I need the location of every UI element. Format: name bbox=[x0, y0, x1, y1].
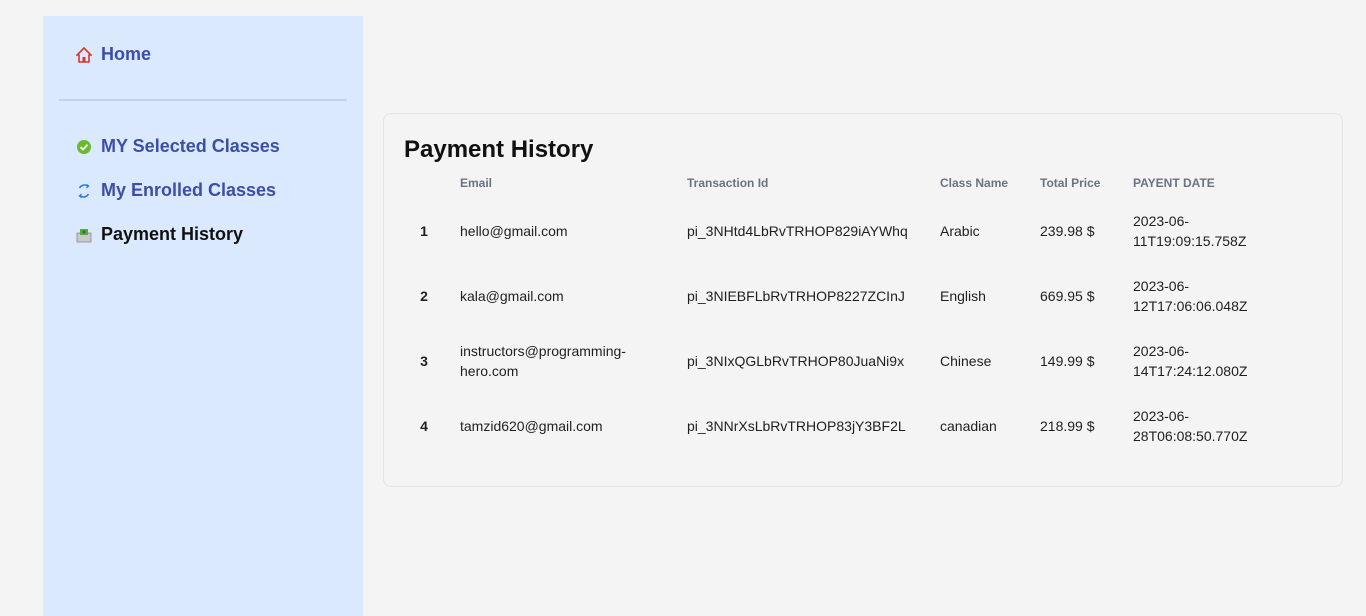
date-line-1: 2023-06- bbox=[1133, 342, 1190, 359]
row-transaction-id: pi_3NHtd4LbRvTRHOP829iAYWhq bbox=[687, 222, 908, 239]
column-header-total-price: Total Price bbox=[1040, 176, 1101, 190]
row-class-name: canadian bbox=[940, 417, 997, 434]
home-icon bbox=[75, 46, 93, 64]
date-line-1: 2023-06- bbox=[1133, 277, 1190, 294]
sidebar-item-payment-history[interactable]: Payment History bbox=[75, 224, 243, 245]
row-email: instructors@programming- hero.com bbox=[444, 328, 687, 393]
sidebar-item-my-enrolled-classes[interactable]: My Enrolled Classes bbox=[75, 180, 276, 201]
table-row: 4 tamzid620@gmail.com pi_3NNrXsLbRvTRHOP… bbox=[404, 393, 1263, 458]
row-total-price: 218.99 $ bbox=[1040, 417, 1095, 434]
email-line-2: hero.com bbox=[460, 362, 519, 379]
row-index: 2 bbox=[420, 287, 428, 304]
refresh-icon bbox=[75, 182, 93, 200]
sidebar-item-label: MY Selected Classes bbox=[101, 136, 280, 156]
table-row: 3 instructors@programming- hero.com pi_3… bbox=[404, 328, 1263, 393]
row-index: 4 bbox=[420, 417, 428, 434]
payment-history-card: Payment History Email Transaction Id Cla… bbox=[383, 113, 1343, 487]
page-title: Payment History bbox=[404, 136, 594, 163]
sidebar-item-home[interactable]: Home bbox=[75, 44, 151, 65]
row-email: kala@gmail.com bbox=[460, 287, 564, 304]
column-header-transaction-id: Transaction Id bbox=[687, 176, 769, 190]
column-header-class-name: Class Name bbox=[940, 176, 1009, 190]
date-line-2: 14T17:24:12.080Z bbox=[1133, 362, 1248, 379]
row-class-name: English bbox=[940, 287, 986, 304]
row-transaction-id: pi_3NIxQGLbRvTRHOP80JuaNi9x bbox=[687, 352, 905, 369]
column-header-payment-date: PAYENT DATE bbox=[1133, 176, 1215, 190]
sidebar-item-label: My Enrolled Classes bbox=[101, 180, 277, 200]
table-row: 1 hello@gmail.com pi_3NHtd4LbRvTRHOP829i… bbox=[404, 198, 1263, 263]
row-total-price: 669.95 $ bbox=[1040, 287, 1095, 304]
sidebar: Home MY Selected Classes My Enrolled Cla… bbox=[43, 16, 363, 616]
money-icon bbox=[75, 226, 93, 244]
column-header-index bbox=[404, 176, 444, 198]
row-email: tamzid620@gmail.com bbox=[460, 417, 603, 434]
date-line-2: 12T17:06:06.048Z bbox=[1133, 297, 1248, 314]
date-line-1: 2023-06- bbox=[1133, 407, 1190, 424]
row-payment-date: 2023-06- 28T06:08:50.770Z bbox=[1133, 393, 1263, 458]
row-transaction-id: pi_3NNrXsLbRvTRHOP83jY3BF2L bbox=[687, 417, 906, 434]
column-header-email: Email bbox=[460, 176, 493, 190]
row-index: 1 bbox=[420, 222, 428, 239]
row-payment-date: 2023-06- 11T19:09:15.758Z bbox=[1133, 198, 1263, 263]
check-circle-icon bbox=[75, 138, 93, 156]
table-row: 2 kala@gmail.com pi_3NIEBFLbRvTRHOP8227Z… bbox=[404, 263, 1263, 328]
sidebar-item-label: Home bbox=[101, 44, 152, 64]
sidebar-item-label: Payment History bbox=[101, 224, 244, 244]
row-payment-date: 2023-06- 14T17:24:12.080Z bbox=[1133, 328, 1263, 393]
row-payment-date: 2023-06- 12T17:06:06.048Z bbox=[1133, 263, 1263, 328]
row-email: hello@gmail.com bbox=[460, 222, 568, 239]
row-class-name: Arabic bbox=[940, 222, 980, 239]
table-header-row: Email Transaction Id Class Name Total Pr… bbox=[404, 176, 1263, 198]
date-line-2: 28T06:08:50.770Z bbox=[1133, 427, 1248, 444]
row-total-price: 149.99 $ bbox=[1040, 352, 1095, 369]
email-line-1: instructors@programming- bbox=[460, 342, 626, 359]
row-index: 3 bbox=[420, 352, 428, 369]
date-line-2: 11T19:09:15.758Z bbox=[1133, 232, 1247, 249]
date-line-1: 2023-06- bbox=[1133, 212, 1190, 229]
sidebar-item-my-selected-classes[interactable]: MY Selected Classes bbox=[75, 136, 280, 157]
payment-history-table: Email Transaction Id Class Name Total Pr… bbox=[404, 176, 1263, 458]
row-class-name: Chinese bbox=[940, 352, 992, 369]
row-transaction-id: pi_3NIEBFLbRvTRHOP8227ZCInJ bbox=[687, 287, 905, 304]
divider bbox=[59, 99, 347, 101]
row-total-price: 239.98 $ bbox=[1040, 222, 1095, 239]
